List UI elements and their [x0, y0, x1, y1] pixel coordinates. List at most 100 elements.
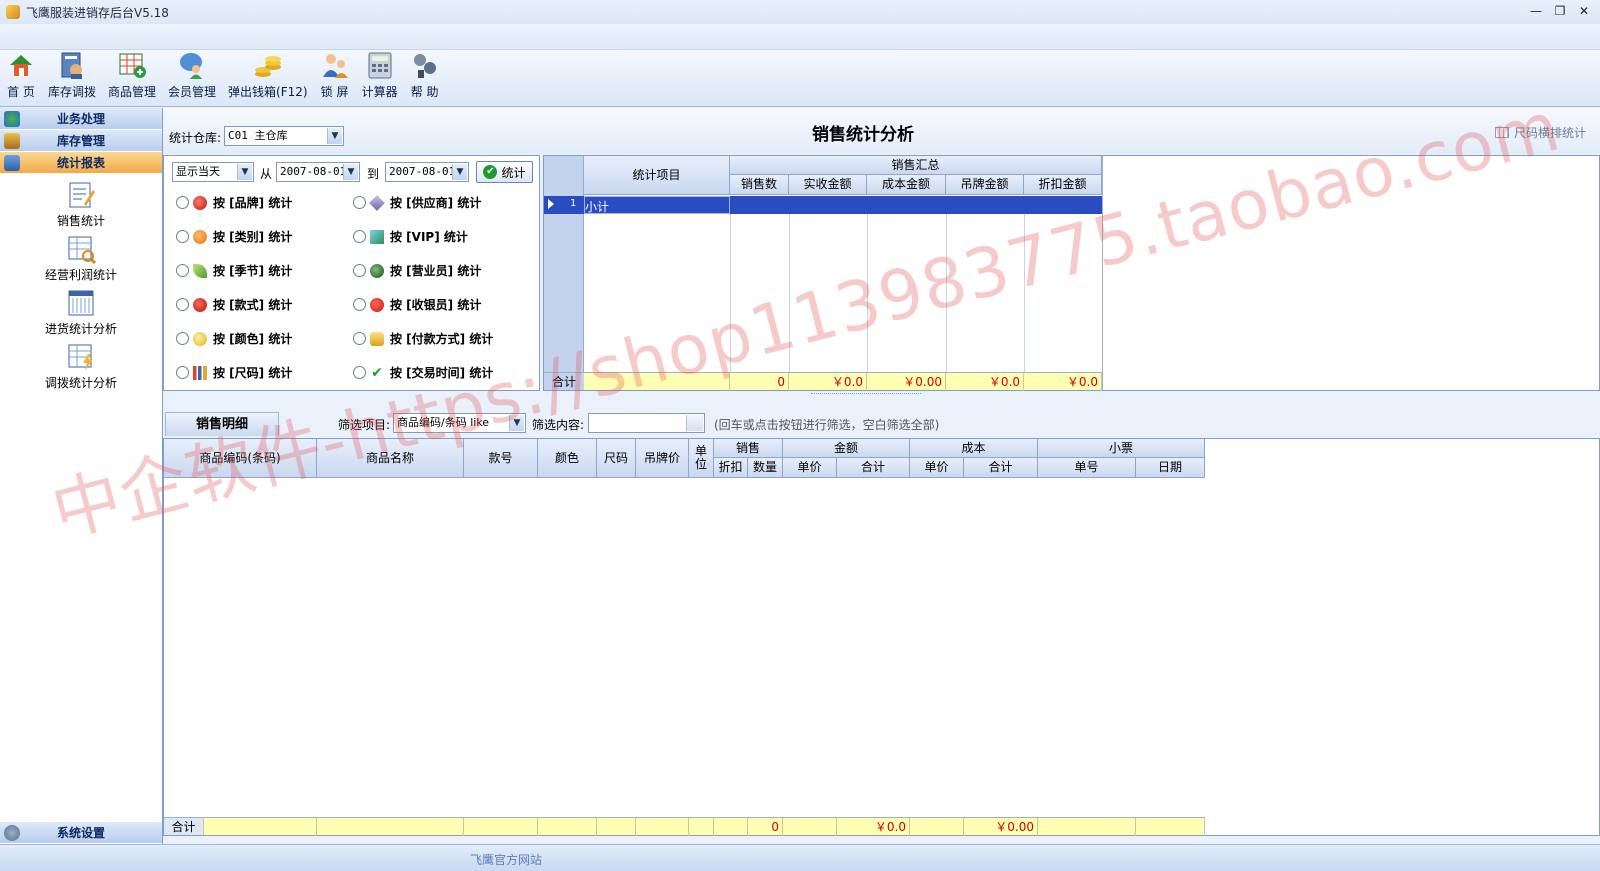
detail-header-style[interactable]: 款号 — [464, 439, 538, 478]
stat-by-size-option[interactable]: 按 [尺码] 统计 — [176, 364, 292, 381]
summary-total-row: 0 ￥0.0 ￥0.00 ￥0.0 ￥0.0 — [584, 372, 1102, 391]
lock-screen-icon — [322, 54, 348, 78]
detail-total-label: 合计 — [164, 817, 204, 835]
summary-header-received[interactable]: 实收金额 — [789, 175, 867, 195]
heart-icon — [193, 297, 207, 312]
sidebar-section-stock[interactable]: 库存管理 — [0, 130, 162, 152]
member-management-icon — [180, 53, 203, 79]
summary-header-tag-amount[interactable]: 吊牌金额 — [946, 175, 1024, 195]
cash-drawer-icon — [254, 56, 281, 77]
toolbar-member-management-button[interactable]: 会员管理 — [164, 50, 220, 106]
chevron-down-icon: ▼ — [343, 164, 358, 180]
period-select[interactable]: 显示当天 ▼ — [172, 162, 254, 182]
minimize-button[interactable]: — — [1526, 3, 1546, 19]
detail-header-name[interactable]: 商品名称 — [317, 439, 464, 478]
stat-by-vip-option[interactable]: 按 [VIP] 统计 — [353, 228, 468, 245]
sidebar-item-purchase-stat[interactable]: 进货统计分析 — [0, 288, 162, 342]
stat-by-season-option[interactable]: 按 [季节] 统计 — [176, 262, 292, 279]
stat-by-category-option[interactable]: 按 [类别] 统计 — [176, 228, 292, 245]
detail-header-receipt-group: 小票 — [1038, 439, 1205, 458]
stat-by-color-option[interactable]: 按 [颜色] 统计 — [176, 330, 292, 347]
inventory-transfer-icon — [61, 52, 82, 79]
home-icon — [10, 55, 32, 76]
window-title: 飞鹰服装进销存后台V5.18 — [26, 5, 169, 20]
to-date-picker[interactable]: 2007-08-01 ▼ — [385, 162, 469, 182]
detail-total-amount: ￥0.0 — [837, 818, 910, 836]
restore-button[interactable]: ❐ — [1550, 3, 1570, 19]
stat-by-brand-option[interactable]: 按 [品牌] 统计 — [176, 194, 292, 211]
summary-header-item[interactable]: 统计项目 — [584, 156, 730, 195]
stat-by-salesperson-option[interactable]: 按 [营业员] 统计 — [353, 262, 481, 279]
total-cost: ￥0.00 — [867, 373, 946, 391]
detail-header-tag-price[interactable]: 吊牌价 — [636, 439, 689, 478]
detail-header-cost-price[interactable]: 单价 — [910, 458, 964, 478]
sidebar-item-profit-stat[interactable]: 经营利润统计 — [0, 234, 162, 288]
sidebar-section-business[interactable]: 业务处理 — [0, 108, 162, 130]
detail-header-amount-price[interactable]: 单价 — [783, 458, 837, 478]
help-icon — [413, 54, 436, 78]
transfer-stat-icon — [68, 344, 93, 371]
toolbar-help-button[interactable]: 帮 助 — [406, 50, 444, 106]
toolbar-home-button[interactable]: 首 页 — [2, 50, 40, 106]
toolbar-calculator-button[interactable]: 计算器 — [358, 50, 402, 106]
toolbar: 首 页 库存调拨 商品管理 会员管理 弹出钱箱(F12) 锁 屏 计算器 帮 助 — [0, 50, 1600, 107]
official-site-link[interactable]: 飞鹰官方网站 — [470, 851, 542, 868]
filter-content-input[interactable] — [588, 413, 705, 433]
filter-item-select[interactable]: 商品编码/条码 like ▼ — [393, 413, 526, 433]
summary-header-sales-qty[interactable]: 销售数 — [730, 175, 789, 195]
splitter-handle[interactable] — [811, 393, 921, 399]
table-row[interactable]: 1 小计 — [544, 196, 1102, 214]
detail-header-unit[interactable]: 单位 — [689, 439, 714, 478]
stat-by-style-option[interactable]: 按 [款式] 统计 — [176, 296, 292, 313]
chevron-down-icon: ▼ — [509, 415, 524, 431]
total-discount: ￥0.0 — [1024, 373, 1102, 391]
chevron-down-icon: ▼ — [452, 164, 467, 180]
header-row: 统计仓库: C01 主仓库 ▼ 销售统计分析 尺码横排统计 — [163, 108, 1600, 154]
close-button[interactable]: ✕ — [1574, 3, 1594, 19]
tab-sales-detail[interactable]: 销售明细 — [165, 412, 279, 436]
toolbar-cash-drawer-button[interactable]: 弹出钱箱(F12) — [224, 50, 312, 106]
main-area: 统计仓库: C01 主仓库 ▼ 销售统计分析 尺码横排统计 显示当天 ▼ 从 2… — [163, 108, 1600, 844]
filter-search-button[interactable] — [686, 415, 703, 431]
from-date-picker[interactable]: 2007-08-01 ▼ — [276, 162, 360, 182]
detail-header-qty[interactable]: 数量 — [748, 458, 783, 478]
calculator-icon — [368, 52, 392, 79]
detail-header-amount-total[interactable]: 合计 — [837, 458, 910, 478]
filter-panel: 显示当天 ▼ 从 2007-08-01 ▼ 到 2007-08-01 ▼ ✔ 统… — [163, 155, 540, 391]
total-sales-qty: 0 — [730, 373, 789, 391]
grid-icon — [1494, 127, 1509, 138]
toolbar-inventory-transfer-button[interactable]: 库存调拨 — [44, 50, 100, 106]
product-management-icon — [119, 53, 147, 78]
detail-header-receipt-date[interactable]: 日期 — [1136, 458, 1205, 478]
detail-header-cost-group: 成本 — [910, 439, 1038, 458]
sidebar: 业务处理 库存管理 统计报表 销售统计 经营利润统计 进货统计分析 调拨统计分析… — [0, 108, 163, 844]
stat-by-cashier-option[interactable]: 按 [收银员] 统计 — [353, 296, 481, 313]
toolbar-product-management-button[interactable]: 商品管理 — [104, 50, 160, 106]
summary-header-cost[interactable]: 成本金额 — [867, 175, 946, 195]
detail-header-code[interactable]: 商品编码(条码) — [164, 439, 317, 478]
summary-grid: 统计项目 销售汇总 销售数 实收金额 成本金额 吊牌金额 折扣金额 1 小计 合… — [543, 155, 1600, 391]
size-horizontal-stat-link[interactable]: 尺码横排统计 — [1494, 124, 1586, 141]
detail-header-receipt-no[interactable]: 单号 — [1038, 458, 1136, 478]
detail-header-color[interactable]: 颜色 — [538, 439, 597, 478]
smile-icon — [193, 331, 207, 346]
sidebar-item-sales-stat[interactable]: 销售统计 — [0, 180, 162, 234]
stat-by-supplier-option[interactable]: 按 [供应商] 统计 — [353, 194, 481, 211]
stat-by-payment-option[interactable]: 按 [付款方式] 统计 — [353, 330, 493, 347]
sidebar-section-system-settings[interactable]: 系统设置 — [0, 822, 162, 844]
toolbar-lock-screen-button[interactable]: 锁 屏 — [316, 50, 354, 106]
detail-header-cost-total[interactable]: 合计 — [964, 458, 1038, 478]
filter-item-label: 筛选项目: — [338, 418, 391, 432]
sidebar-section-report[interactable]: 统计报表 — [0, 152, 162, 174]
check-circle-icon: ✔ — [483, 165, 498, 179]
from-label: 从 — [260, 167, 273, 181]
stat-button[interactable]: ✔ 统计 — [476, 161, 533, 183]
sidebar-item-transfer-stat[interactable]: 调拨统计分析 — [0, 342, 162, 396]
stat-by-time-option[interactable]: ✔ 按 [交易时间] 统计 — [353, 364, 493, 381]
diamond-icon — [369, 194, 385, 211]
chevron-down-icon: ▼ — [237, 164, 252, 180]
detail-header-discount[interactable]: 折扣 — [714, 458, 748, 478]
globe-icon — [370, 263, 384, 278]
summary-header-discount[interactable]: 折扣金额 — [1024, 175, 1102, 195]
detail-header-size[interactable]: 尺码 — [597, 439, 636, 478]
